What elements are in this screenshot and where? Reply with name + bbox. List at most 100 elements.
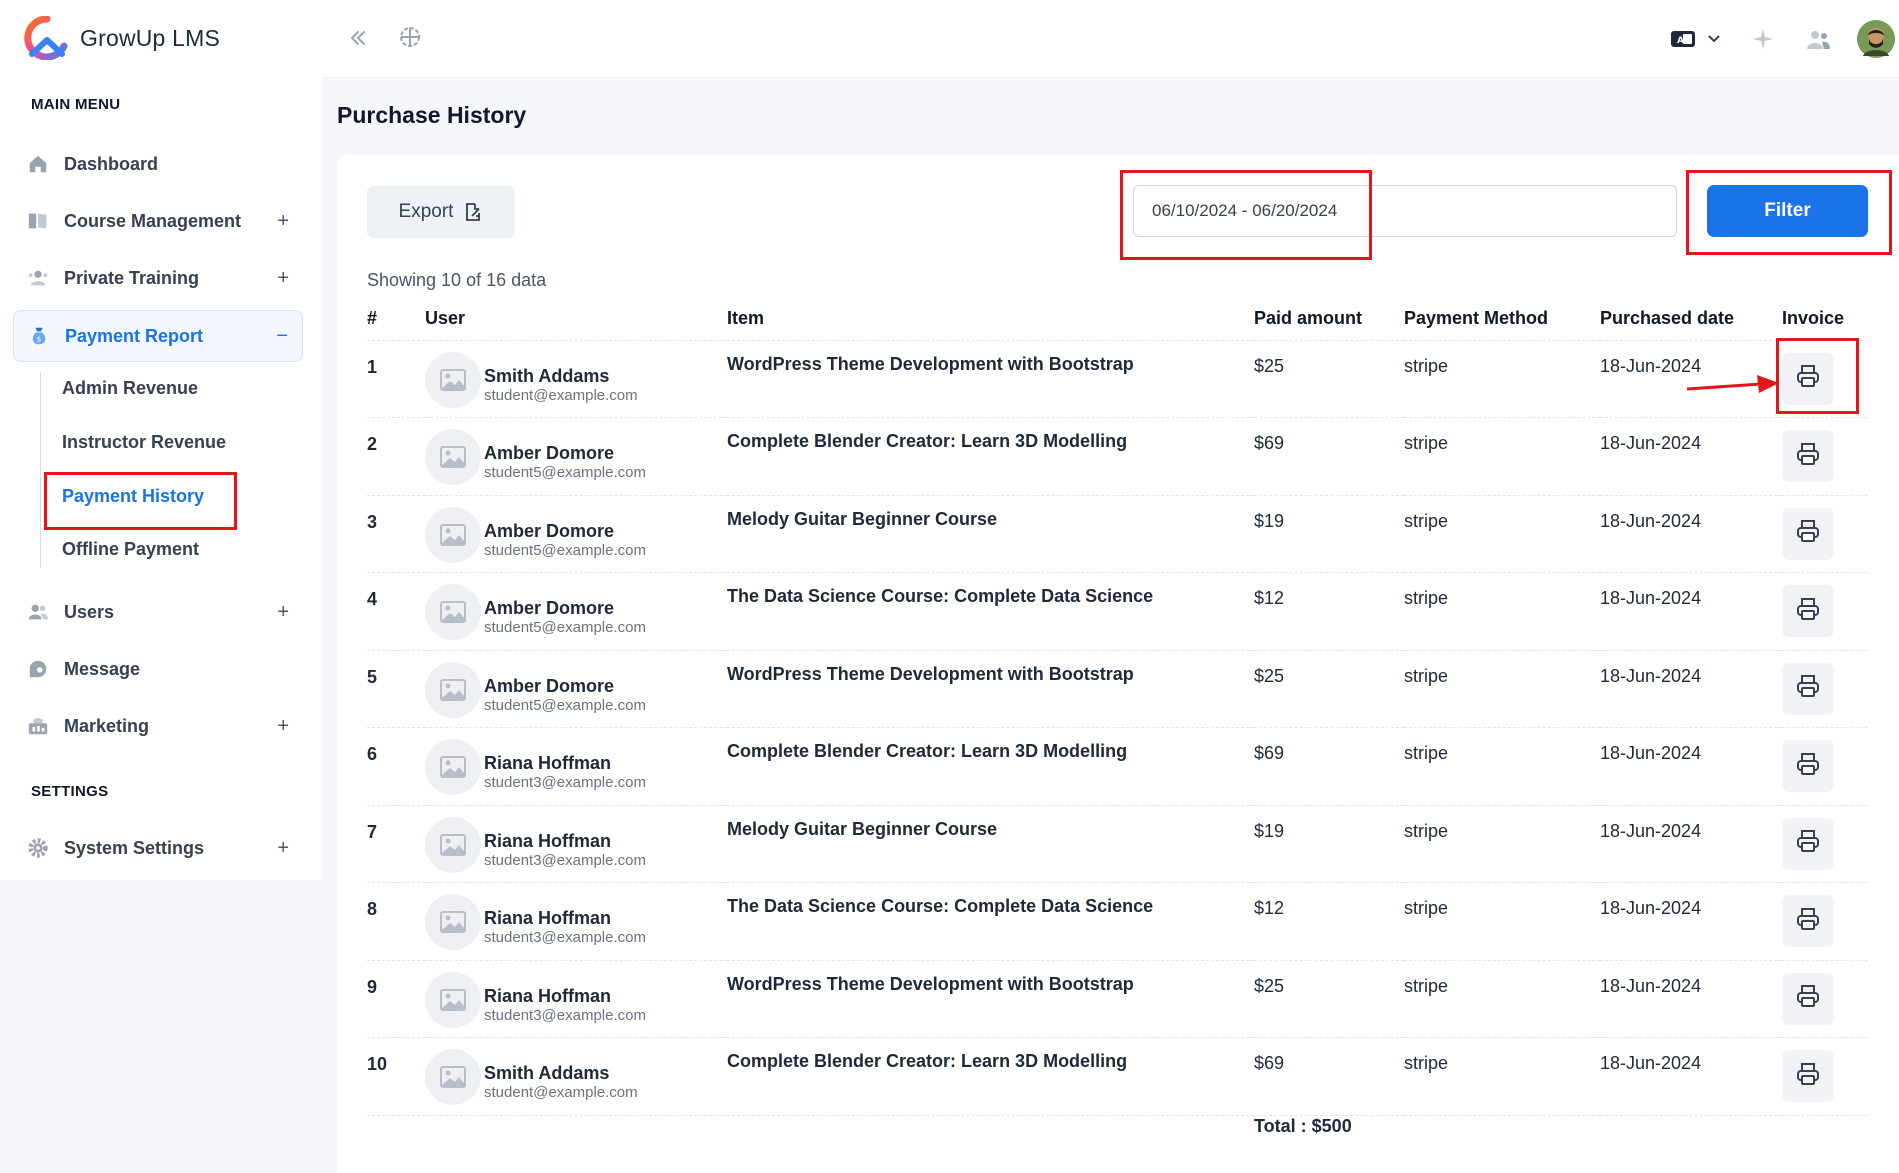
chevron-down-icon[interactable] (1706, 30, 1722, 46)
avatar[interactable] (1857, 20, 1895, 58)
row-number: 9 (367, 960, 425, 1038)
user-cell: Riana Hoffman student3@example.com (425, 960, 727, 1038)
item-name: Complete Blender Creator: Learn 3D Model… (727, 417, 1254, 496)
row-number: 5 (367, 650, 425, 728)
users-icon (26, 600, 50, 624)
print-invoice-button[interactable] (1782, 430, 1834, 482)
invoice-cell (1782, 1037, 1868, 1116)
collapse-sidebar-icon[interactable] (346, 26, 370, 50)
col-header-number: # (367, 297, 425, 341)
brand[interactable]: GrowUp LMS (24, 16, 220, 60)
invoice-cell (1782, 572, 1868, 651)
item-name: Complete Blender Creator: Learn 3D Model… (727, 727, 1254, 806)
sidebar-item-users[interactable]: Users + (13, 586, 303, 638)
print-invoice-button[interactable] (1782, 1050, 1834, 1102)
export-label: Export (398, 201, 454, 222)
sparkle-icon[interactable] (1750, 26, 1776, 52)
invoice-cell (1782, 495, 1868, 573)
annotation-box-filter (1686, 170, 1892, 255)
print-invoice-button[interactable] (1782, 817, 1834, 870)
expand-icon[interactable]: + (277, 210, 289, 233)
print-invoice-button[interactable] (1782, 585, 1834, 637)
book-icon (26, 209, 50, 233)
payment-method: stripe (1404, 727, 1600, 806)
paid-amount: $25 (1254, 340, 1404, 418)
svg-text:A: A (1677, 36, 1684, 46)
payment-method: stripe (1404, 495, 1600, 573)
print-invoice-button[interactable] (1782, 972, 1834, 1025)
expand-icon[interactable]: + (277, 837, 289, 860)
item-name: Melody Guitar Beginner Course (727, 495, 1254, 573)
sidebar-item-label: Marketing (64, 715, 150, 736)
printer-icon (1795, 441, 1821, 472)
item-name: WordPress Theme Development with Bootstr… (727, 650, 1254, 728)
print-invoice-button[interactable] (1782, 895, 1834, 947)
row-number: 6 (367, 727, 425, 806)
expand-icon[interactable]: + (277, 267, 289, 290)
printer-icon (1795, 596, 1821, 627)
row-number: 10 (367, 1037, 425, 1116)
printer-icon (1795, 673, 1821, 704)
invoice-cell (1782, 417, 1868, 496)
annotation-arrow-icon (1686, 375, 1779, 393)
language-icon[interactable]: A (1670, 28, 1696, 50)
submenu-offline-payment[interactable]: Offline Payment (62, 539, 199, 560)
image-placeholder-icon (425, 894, 481, 950)
printer-icon (1795, 828, 1821, 859)
table-row: 6 Riana Hoffman student3@example.com Comple… (367, 727, 1868, 806)
expand-icon[interactable]: + (277, 715, 289, 738)
message-icon (26, 657, 50, 681)
main-menu-title: MAIN MENU (31, 96, 121, 113)
user-email: student3@example.com (484, 851, 646, 869)
image-placeholder-icon (425, 506, 481, 563)
table-row: 4 Amber Domore student5@example.com The Dat… (367, 572, 1868, 651)
export-button[interactable]: Export (367, 186, 515, 238)
user-group-icon[interactable] (1805, 27, 1831, 53)
annotation-box-invoice (1776, 338, 1859, 414)
globe-icon[interactable] (398, 25, 422, 49)
payment-method: stripe (1404, 650, 1600, 728)
invoice-cell (1782, 805, 1868, 883)
growup-logo-icon (24, 16, 68, 60)
user-cell: Riana Hoffman student3@example.com (425, 805, 727, 883)
sidebar-item-label: Payment Report (65, 325, 204, 346)
col-header-purchased-date: Purchased date (1600, 297, 1782, 341)
invoice-cell (1782, 650, 1868, 728)
sidebar-item-course-management[interactable]: Course Management + (13, 195, 303, 247)
item-name: The Data Science Course: Complete Data S… (727, 882, 1254, 961)
user-name: Riana Hoffman (484, 985, 612, 1006)
table-row: 3 Amber Domore student5@example.com Melody … (367, 495, 1868, 573)
print-invoice-button[interactable] (1782, 507, 1834, 560)
sidebar-item-payment-report[interactable]: $ Payment Report − (13, 310, 303, 362)
sidebar-item-private-training[interactable]: Private Training + (13, 252, 303, 304)
user-email: student@example.com (484, 386, 638, 404)
print-invoice-button[interactable] (1782, 662, 1834, 715)
gear-icon (26, 836, 50, 860)
annotation-box-date (1120, 170, 1372, 260)
page-title: Purchase History (337, 102, 527, 128)
image-placeholder-icon (425, 661, 481, 718)
user-name: Riana Hoffman (484, 753, 612, 773)
purchased-date: 18-Jun-2024 (1600, 960, 1782, 1038)
row-number: 4 (367, 572, 425, 651)
showing-count: Showing 10 of 16 data (367, 270, 547, 290)
table-header-row: # User Item Paid amount Payment Method P… (367, 297, 1868, 341)
printer-icon (1795, 751, 1821, 782)
table-row: 2 Amber Domore student5@example.com Complet… (367, 417, 1868, 496)
image-placeholder-icon (425, 971, 481, 1028)
sidebar-item-dashboard[interactable]: Dashboard (13, 138, 303, 190)
user-name: Riana Hoffman (484, 908, 612, 928)
table-row: 5 Amber Domore student5@example.com WordPre… (367, 650, 1868, 728)
item-name: WordPress Theme Development with Bootstr… (727, 960, 1254, 1038)
sidebar-item-message[interactable]: Message (13, 643, 303, 695)
submenu-admin-revenue[interactable]: Admin Revenue (62, 378, 198, 399)
collapse-icon[interactable]: − (276, 325, 288, 348)
sidebar-item-system-settings[interactable]: System Settings + (13, 822, 303, 874)
submenu-instructor-revenue[interactable]: Instructor Revenue (62, 432, 226, 453)
home-icon (26, 152, 50, 176)
print-invoice-button[interactable] (1782, 740, 1834, 792)
expand-icon[interactable]: + (277, 601, 289, 624)
sidebar-item-label: System Settings (64, 837, 205, 858)
sidebar-item-marketing[interactable]: Marketing + (13, 700, 303, 752)
image-placeholder-icon (425, 1049, 481, 1105)
